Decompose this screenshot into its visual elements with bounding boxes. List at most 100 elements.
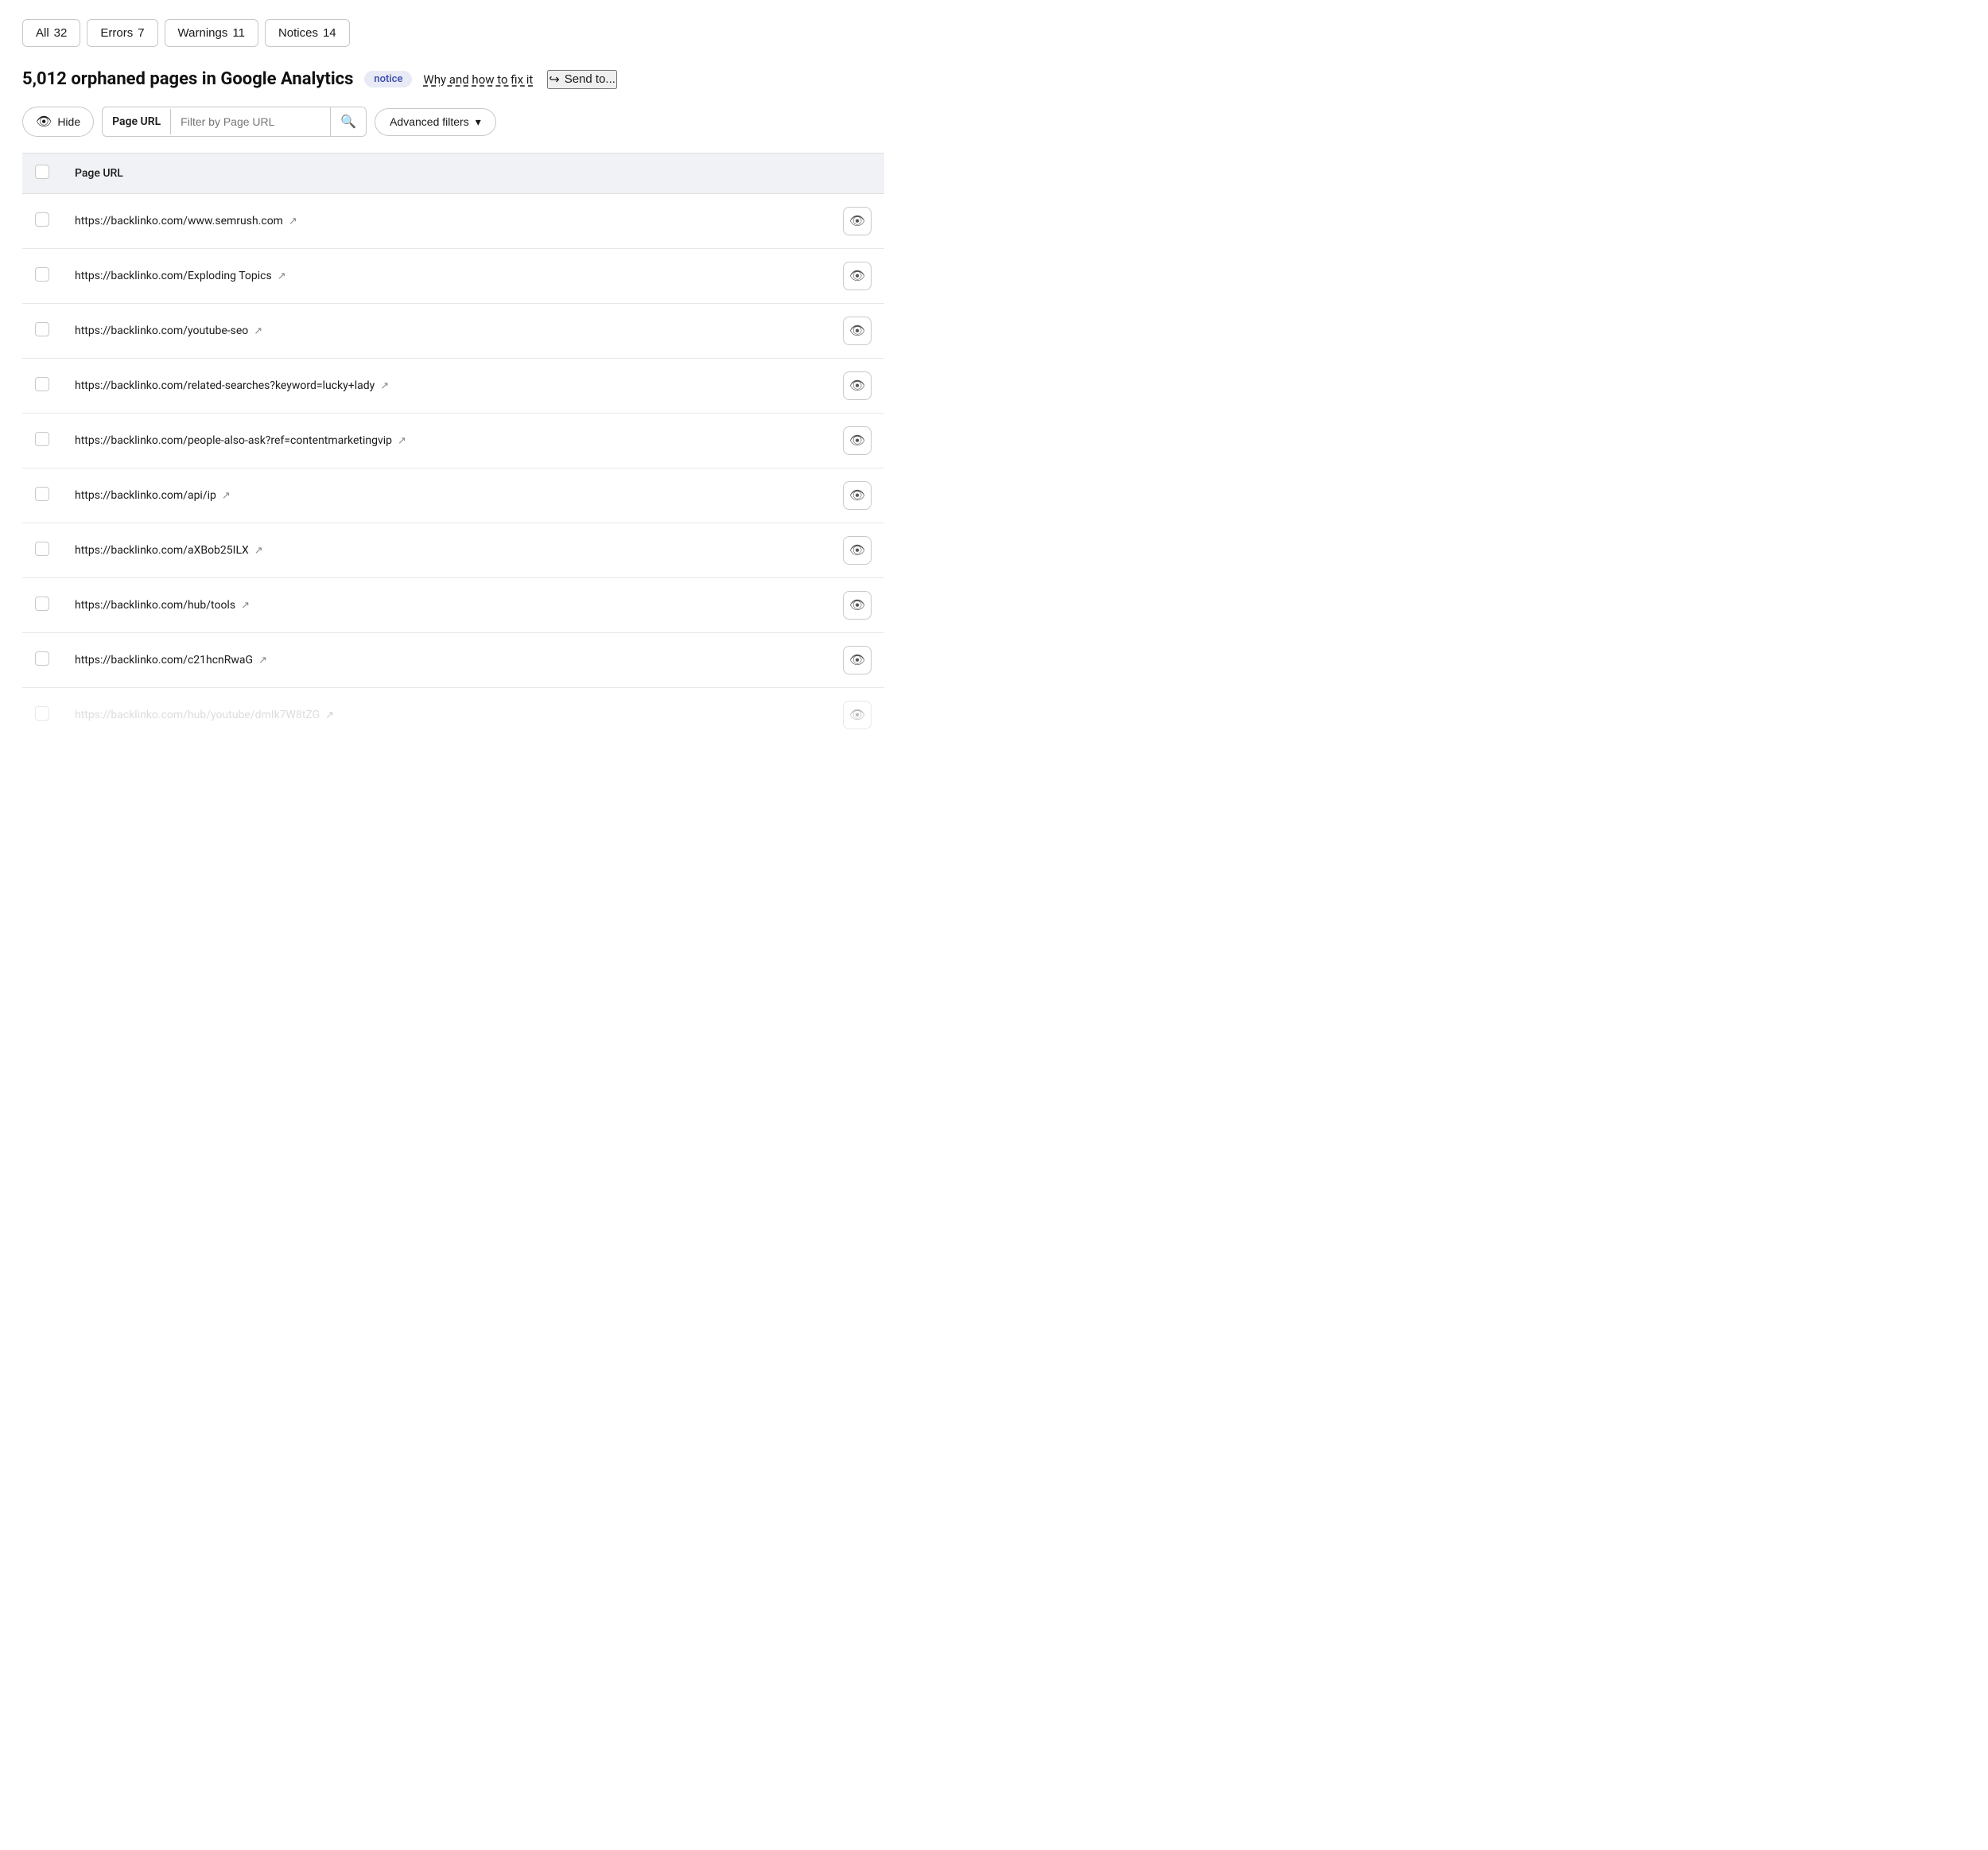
row-checkbox-3[interactable]: [35, 377, 49, 391]
table-row: https://backlinko.com/c21hcnRwaG ↗ 👁: [22, 633, 884, 688]
table-header: Page URL: [22, 154, 884, 194]
external-link-icon: ↗: [258, 655, 267, 667]
url-link-6[interactable]: https://backlinko.com/aXBob25ILX ↗: [75, 544, 263, 557]
tab-notices[interactable]: Notices14: [265, 19, 350, 47]
external-link-icon: ↗: [289, 216, 297, 227]
eye-icon-8: 👁: [849, 652, 865, 668]
row-hide-button-7[interactable]: 👁: [843, 591, 872, 620]
table-row: https://backlinko.com/aXBob25ILX ↗ 👁: [22, 523, 884, 578]
url-link-5[interactable]: https://backlinko.com/api/ip ↗: [75, 489, 231, 502]
eye-icon: 👁: [36, 114, 52, 130]
notice-badge: notice: [364, 71, 412, 87]
row-checkbox-cell: [22, 359, 62, 414]
table-row: https://backlinko.com/hub/youtube/dmIk7W…: [22, 688, 884, 743]
row-action-cell: 👁: [830, 688, 884, 743]
row-url-cell: https://backlinko.com/api/ip ↗: [62, 468, 830, 523]
search-button[interactable]: 🔍: [330, 107, 366, 136]
advanced-filters-label: Advanced filters: [390, 115, 469, 128]
row-url-cell: https://backlinko.com/hub/tools ↗: [62, 578, 830, 633]
row-hide-button-3[interactable]: 👁: [843, 371, 872, 400]
eye-icon-3: 👁: [849, 378, 865, 394]
row-checkbox-cell: [22, 468, 62, 523]
row-hide-button-8[interactable]: 👁: [843, 646, 872, 674]
tab-count-warnings: 11: [232, 26, 245, 40]
row-checkbox-1[interactable]: [35, 267, 49, 282]
send-to-button[interactable]: ↪ Send to...: [547, 70, 617, 89]
url-link-7[interactable]: https://backlinko.com/hub/tools ↗: [75, 599, 250, 612]
external-link-icon: ↗: [325, 709, 334, 721]
row-checkbox-2[interactable]: [35, 322, 49, 336]
row-checkbox-cell: [22, 688, 62, 743]
row-checkbox-cell: [22, 304, 62, 359]
filter-row: 👁 Hide Page URL 🔍 Advanced filters ▾: [22, 107, 884, 137]
row-checkbox-9[interactable]: [35, 706, 49, 721]
row-hide-button-1[interactable]: 👁: [843, 262, 872, 290]
row-checkbox-cell: [22, 249, 62, 304]
url-link-3[interactable]: https://backlinko.com/related-searches?k…: [75, 379, 389, 392]
url-link-1[interactable]: https://backlinko.com/Exploding Topics ↗: [75, 270, 286, 282]
table-row: https://backlinko.com/Exploding Topics ↗…: [22, 249, 884, 304]
row-checkbox-0[interactable]: [35, 212, 49, 227]
send-to-label: Send to...: [565, 72, 615, 86]
row-url-cell: https://backlinko.com/aXBob25ILX ↗: [62, 523, 830, 578]
row-checkbox-5[interactable]: [35, 487, 49, 501]
row-checkbox-cell: [22, 578, 62, 633]
tab-count-notices: 14: [323, 26, 336, 40]
row-hide-button-6[interactable]: 👁: [843, 536, 872, 565]
row-url-cell: https://backlinko.com/related-searches?k…: [62, 359, 830, 414]
page-title: 5,012 orphaned pages in Google Analytics: [22, 69, 353, 89]
row-checkbox-7[interactable]: [35, 597, 49, 611]
row-checkbox-cell: [22, 194, 62, 249]
url-text-5: https://backlinko.com/api/ip: [75, 489, 216, 502]
row-checkbox-4[interactable]: [35, 432, 49, 446]
row-action-cell: 👁: [830, 359, 884, 414]
eye-icon-5: 👁: [849, 488, 865, 503]
url-text-9: https://backlinko.com/hub/youtube/dmIk7W…: [75, 709, 320, 721]
row-hide-button-0[interactable]: 👁: [843, 207, 872, 235]
row-hide-button-5[interactable]: 👁: [843, 481, 872, 510]
row-checkbox-6[interactable]: [35, 542, 49, 556]
external-link-icon: ↗: [241, 600, 250, 612]
url-link-2[interactable]: https://backlinko.com/youtube-seo ↗: [75, 325, 262, 337]
table-row: https://backlinko.com/youtube-seo ↗ 👁: [22, 304, 884, 359]
fix-link[interactable]: Why and how to fix it: [423, 72, 533, 87]
row-url-cell: https://backlinko.com/people-also-ask?re…: [62, 414, 830, 468]
eye-icon-7: 👁: [849, 597, 865, 613]
external-link-icon: ↗: [398, 435, 406, 447]
tabs-row: All32Errors7 Warnings 11 Notices14: [22, 19, 884, 47]
advanced-filters-button[interactable]: Advanced filters ▾: [375, 108, 496, 136]
row-checkbox-8[interactable]: [35, 651, 49, 666]
url-text-0: https://backlinko.com/www.semrush.com: [75, 215, 283, 227]
external-link-icon: ↗: [380, 380, 389, 392]
url-filter-input[interactable]: [171, 109, 330, 134]
table-body: https://backlinko.com/www.semrush.com ↗ …: [22, 194, 884, 743]
url-text-8: https://backlinko.com/c21hcnRwaG: [75, 654, 253, 667]
row-action-cell: 👁: [830, 304, 884, 359]
tab-warnings[interactable]: Warnings 11: [165, 19, 258, 47]
tab-count-errors: 7: [138, 26, 144, 40]
row-action-cell: 👁: [830, 468, 884, 523]
tab-errors[interactable]: Errors7: [87, 19, 157, 47]
tab-label-all: All: [36, 26, 49, 40]
eye-icon-0: 👁: [849, 213, 865, 229]
row-action-cell: 👁: [830, 578, 884, 633]
row-hide-button-2[interactable]: 👁: [843, 317, 872, 345]
row-url-cell: https://backlinko.com/www.semrush.com ↗: [62, 194, 830, 249]
url-link-4[interactable]: https://backlinko.com/people-also-ask?re…: [75, 434, 406, 447]
url-link-8[interactable]: https://backlinko.com/c21hcnRwaG ↗: [75, 654, 267, 667]
row-url-cell: https://backlinko.com/youtube-seo ↗: [62, 304, 830, 359]
row-action-cell: 👁: [830, 414, 884, 468]
hide-button[interactable]: 👁 Hide: [22, 107, 94, 137]
row-checkbox-cell: [22, 633, 62, 688]
row-checkbox-cell: [22, 523, 62, 578]
row-hide-button-9[interactable]: 👁: [843, 701, 872, 729]
url-link-0[interactable]: https://backlinko.com/www.semrush.com ↗: [75, 215, 297, 227]
tab-label-warnings: Warnings: [178, 26, 228, 40]
send-arrow-icon: ↪: [549, 72, 559, 87]
url-text-2: https://backlinko.com/youtube-seo: [75, 325, 248, 337]
select-all-checkbox[interactable]: [35, 165, 49, 179]
url-link-9[interactable]: https://backlinko.com/hub/youtube/dmIk7W…: [75, 709, 334, 721]
eye-icon-9: 👁: [849, 707, 865, 723]
tab-all[interactable]: All32: [22, 19, 80, 47]
row-hide-button-4[interactable]: 👁: [843, 426, 872, 455]
